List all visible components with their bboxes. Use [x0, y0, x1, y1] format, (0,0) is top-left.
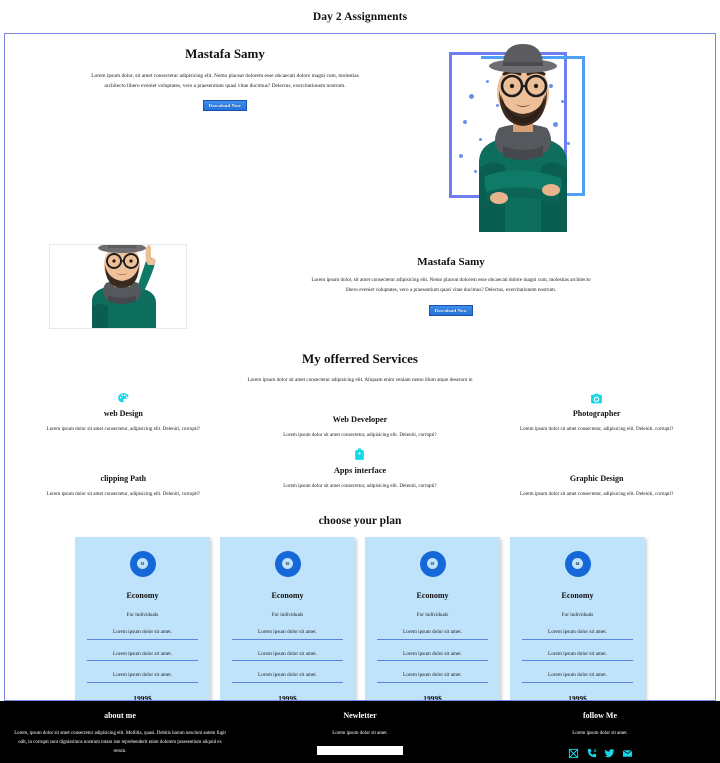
- plan-number: 03: [430, 561, 435, 566]
- mail-box-icon[interactable]: [568, 748, 579, 759]
- plan-name: Economy: [271, 590, 304, 600]
- service-desc: Lorem ipsum dolor sit amet consectetur, …: [283, 482, 437, 489]
- footer-follow-column: follow Me Lorem ipsum dolor sit amet.: [480, 711, 720, 763]
- plan-card[interactable]: 03 Economy For individuals Lorem ipsum d…: [365, 536, 500, 701]
- service-name: Graphic Design: [569, 473, 624, 483]
- social-links: [494, 748, 706, 759]
- hero-text-block: Mastafa Samy Lorem ipsum dolor, sit amet…: [5, 42, 435, 112]
- plan-feature: Lorem ipsum dolor sit amet.: [87, 651, 198, 662]
- footer-follow-title: follow Me: [583, 711, 617, 720]
- plan-feature: Lorem ipsum dolor sit amet.: [522, 629, 633, 640]
- footer-about-title: about me: [104, 711, 136, 720]
- service-desc: Lorem ipsum dolor sit amet consectetur, …: [519, 490, 674, 497]
- envelope-icon[interactable]: [622, 748, 633, 759]
- footer-follow-text: Lorem ipsum dolor sit amet.: [572, 731, 628, 736]
- service-desc: Lorem ipsum dolor sit amet consectetur, …: [519, 426, 674, 432]
- footer-newsletter-text: Lorem ipsum dolor sit amet.: [332, 731, 388, 736]
- hero-section: Mastafa Samy Lorem ipsum dolor, sit amet…: [5, 34, 715, 232]
- hero2-download-button[interactable]: Download Now: [428, 304, 474, 316]
- plan-card[interactable]: 01 Economy For individuals Lorem ipsum d…: [75, 536, 210, 701]
- hero-download-button[interactable]: Download Now: [202, 100, 248, 111]
- hero2-paragraph: Lorem ipsum dolor, sit amet consectetur …: [311, 277, 591, 293]
- plan-badge-icon: 04: [564, 550, 591, 577]
- camera-icon: [490, 389, 703, 407]
- service-desc: Lorem ipsum dolor sit amet consectetur, …: [46, 426, 201, 432]
- services-title: My offerred Services: [302, 351, 418, 366]
- service-card[interactable]: Photographer Lorem ipsum dolor sit amet …: [478, 389, 715, 440]
- footer-about-column: about me Lorem, ipsum dolor sit amet con…: [0, 711, 240, 763]
- plan-audience: For individuals: [561, 611, 594, 618]
- services-subtitle: Lorem ipsum dolor sit amet consectetur a…: [247, 377, 473, 383]
- phone-ring-icon[interactable]: [586, 748, 597, 759]
- hero2-text-block: Mastafa Samy Lorem ipsum dolor, sit amet…: [187, 244, 715, 317]
- id-badge-icon: [254, 446, 467, 464]
- hero2-section: Mastafa Samy Lorem ipsum dolor, sit amet…: [5, 232, 715, 329]
- footer: about me Lorem, ipsum dolor sit amet con…: [0, 701, 720, 763]
- plan-number: 04: [575, 561, 580, 566]
- plan-number: 01: [140, 561, 145, 566]
- hero2-name: Mastafa Samy: [417, 256, 485, 268]
- plan-audience: For individuals: [271, 611, 304, 618]
- plan-feature: Lorem ipsum dolor sit amet.: [522, 672, 633, 684]
- plan-price: 1999$: [423, 694, 442, 701]
- services-grid: web Design Lorem ipsum dolor sit amet co…: [5, 389, 715, 499]
- plan-badge-icon: 01: [129, 550, 156, 577]
- plan-price: 1999$: [568, 694, 587, 701]
- hero2-illustration: [49, 244, 187, 329]
- service-desc: Lorem ipsum dolor sit amet consectetur, …: [46, 490, 201, 497]
- page-root: Day 2 Assignments Mastafa Samy Lorem ips…: [0, 0, 720, 763]
- plan-price: 1999$: [278, 694, 297, 701]
- plan-feature: Lorem ipsum dolor sit amet.: [232, 672, 343, 684]
- plan-feature: Lorem ipsum dolor sit amet.: [232, 629, 343, 640]
- plan-card[interactable]: 02 Economy For individuals Lorem ipsum d…: [220, 536, 355, 701]
- footer-about-text: Lorem, ipsum dolor sit amet consectetur …: [14, 731, 226, 754]
- main-content-frame: Mastafa Samy Lorem ipsum dolor, sit amet…: [4, 33, 716, 701]
- plan-feature: Lorem ipsum dolor sit amet.: [232, 651, 343, 662]
- plans-title: choose your plan: [318, 514, 402, 527]
- service-name: Photographer: [572, 409, 621, 418]
- plan-name: Economy: [126, 590, 159, 600]
- service-card[interactable]: Graphic Design Lorem ipsum dolor sit ame…: [478, 454, 715, 499]
- services-section: My offerred Services Lorem ipsum dolor s…: [5, 351, 715, 499]
- service-card[interactable]: Apps interface Lorem ipsum dolor sit ame…: [242, 446, 479, 499]
- service-desc: Lorem ipsum dolor sit amet consectetur, …: [283, 432, 437, 438]
- plan-price: 1999$: [133, 694, 152, 701]
- plan-feature: Lorem ipsum dolor sit amet.: [522, 651, 633, 662]
- service-name: Web Developer: [332, 415, 388, 424]
- plan-feature: Lorem ipsum dolor sit amet.: [377, 651, 488, 662]
- service-name: Apps interface: [333, 465, 387, 475]
- plan-badge-icon: 02: [274, 550, 301, 577]
- plan-card[interactable]: 04 Economy For individuals Lorem ipsum d…: [510, 536, 645, 701]
- plan-name: Economy: [561, 590, 594, 600]
- plans-row: 01 Economy For individuals Lorem ipsum d…: [5, 536, 715, 701]
- page-title: Day 2 Assignments: [312, 11, 408, 23]
- hero-paragraph: Lorem ipsum dolor, sit amet consectetur …: [91, 73, 359, 89]
- hero-person-image: [479, 44, 567, 232]
- newsletter-email-input[interactable]: [317, 745, 403, 755]
- hero2-person-image: [50, 245, 186, 328]
- service-name: web Design: [103, 409, 143, 418]
- plan-feature: Lorem ipsum dolor sit amet.: [87, 629, 198, 640]
- hero-name: Mastafa Samy: [185, 46, 265, 61]
- palette-icon: [17, 389, 230, 407]
- hero-illustration: [441, 42, 591, 232]
- plan-feature: Lorem ipsum dolor sit amet.: [377, 672, 488, 684]
- footer-newsletter-column: Newletter Lorem ipsum dolor sit amet.: [240, 711, 480, 763]
- plan-audience: For individuals: [416, 611, 449, 618]
- service-name: clipping Path: [100, 473, 147, 483]
- plan-name: Economy: [416, 590, 449, 600]
- twitter-icon[interactable]: [603, 748, 615, 759]
- footer-newsletter-title: Newletter: [343, 711, 377, 720]
- plan-audience: For individuals: [126, 611, 159, 618]
- service-card[interactable]: Web Developer Lorem ipsum dolor sit amet…: [242, 395, 479, 440]
- plan-feature: Lorem ipsum dolor sit amet.: [377, 629, 488, 640]
- service-card[interactable]: web Design Lorem ipsum dolor sit amet co…: [5, 389, 242, 440]
- plan-badge-icon: 03: [419, 550, 446, 577]
- plan-feature: Lorem ipsum dolor sit amet.: [87, 672, 198, 684]
- service-card[interactable]: clipping Path Lorem ipsum dolor sit amet…: [5, 454, 242, 499]
- plan-number: 02: [285, 561, 290, 566]
